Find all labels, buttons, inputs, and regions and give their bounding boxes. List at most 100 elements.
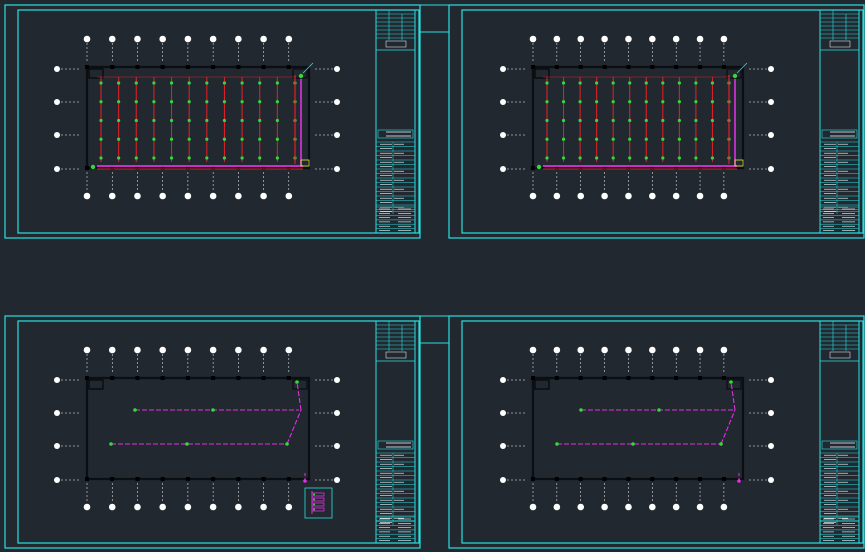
pipe-node [109,442,113,446]
pipe-run [286,409,302,445]
grid-bubble [672,503,680,511]
company-logo [377,440,414,450]
pipe-node [555,442,559,446]
column [674,376,679,380]
grid-bubble [601,346,608,354]
title-stamp [385,351,407,359]
floor-plan[interactable] [54,35,340,200]
sprinkler-system[interactable] [90,62,314,170]
sprinkler-head [710,81,715,85]
grid-bubble [54,410,60,416]
floor-plan[interactable] [500,35,774,200]
valve-node [732,73,738,79]
title-block [375,9,416,234]
grid-bubble [696,35,704,43]
sprinkler-head [152,81,156,85]
grid-bubble [83,192,91,200]
sprinkler-system[interactable] [536,62,748,170]
column [236,65,241,69]
grid-bubble [108,503,116,511]
column [531,477,535,481]
pipe-route[interactable] [109,380,307,483]
sprinkler-head [710,137,715,141]
grid-bubble [334,410,340,416]
sprinkler-head [595,137,599,141]
grid-bubble [601,192,608,200]
floor-plan[interactable] [54,346,340,511]
column [531,65,535,69]
grid-bubble [696,192,704,200]
grid-bubble [108,346,116,354]
column [185,65,190,69]
grid-bubble [529,503,537,511]
column [261,477,266,481]
riser-detail-node [313,498,315,501]
sheet-bottom-left[interactable] [4,315,421,549]
grid-bubble [334,66,340,72]
column [85,376,89,380]
title-block-lines [820,321,859,541]
sprinkler-head [611,81,615,85]
column [554,477,559,481]
column [185,477,190,481]
grid-bubble [625,503,632,511]
sprinkler-head [275,118,279,123]
grid-bubble [500,377,506,383]
grid-bubble [500,477,506,483]
grid-bubble [235,503,242,511]
grid-bubble [696,346,704,354]
grid-bubble [553,35,561,43]
grid-bubble [54,377,60,383]
pipe-route[interactable] [555,380,741,483]
sprinkler-head [134,118,138,123]
sprinkler-head [275,100,279,104]
floor-plan[interactable] [500,346,774,511]
column [110,477,115,481]
column [236,477,241,481]
grid-bubble [159,346,166,354]
column [674,477,679,481]
sheet-bottom-right[interactable] [448,315,865,549]
sheet-top-right[interactable] [448,4,865,239]
column [185,376,190,380]
column [531,376,535,380]
sprinkler-head [628,81,632,85]
grid-bubble [672,192,680,200]
stair [88,68,104,79]
sprinkler-head [677,81,681,85]
sheet-outer-border [448,4,865,239]
column [698,65,703,69]
column [554,376,559,380]
column [160,376,165,380]
sprinkler-head [561,137,566,141]
dot [824,443,829,448]
sprinkler-head [152,156,156,160]
grid-bubble [500,99,506,105]
riser-detail-node [313,493,315,496]
grid-bubble [577,192,585,200]
cad-model-space[interactable] [0,0,865,552]
grid-bubble [83,503,91,511]
grid-bubble [260,35,267,43]
pipe-run [730,381,736,411]
pipe-node [579,408,583,412]
column [85,477,89,481]
sprinkler-head [545,81,549,85]
grid-bubble [134,503,141,511]
sprinkler-head [545,118,549,123]
column [626,477,631,481]
sprinkler-head [169,100,174,104]
grid-bubble [334,377,340,383]
sprinkler-head [134,100,138,104]
sprinkler-head [152,137,156,141]
title-block-lines [820,10,859,231]
grid-bubble [83,35,91,43]
exterior-wall [85,376,311,481]
sheet-top-left[interactable] [4,4,421,239]
sprinkler-head [677,118,681,123]
sprinkler-head [99,100,103,104]
grid-bubble [601,503,608,511]
sprinkler-head [258,118,262,123]
sprinkler-head [595,81,599,85]
column [286,477,291,481]
